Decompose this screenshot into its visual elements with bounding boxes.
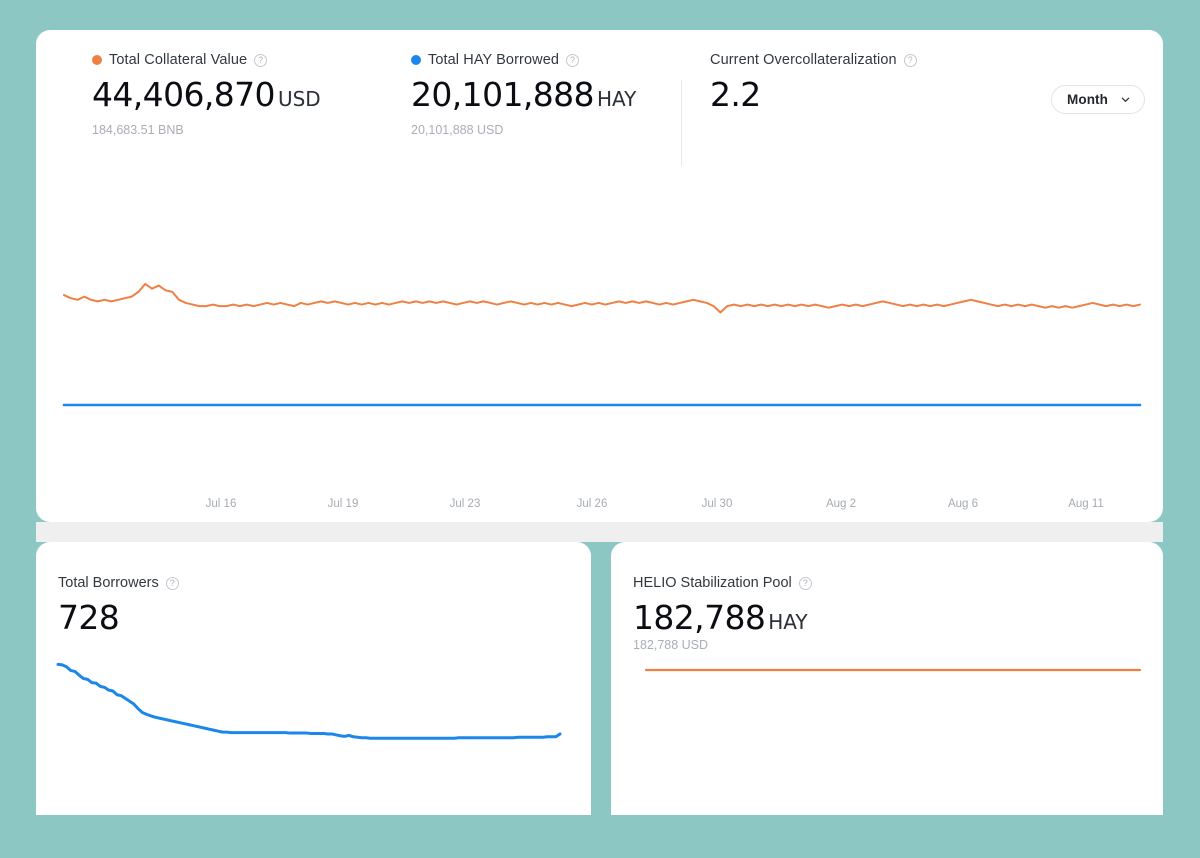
main-chart-svg	[36, 180, 1163, 480]
help-circle-icon[interactable]: ?	[904, 54, 917, 67]
stat-current-overcollateralization: Current Overcollateralization ? 2.2	[710, 52, 917, 114]
card-value-number: 728	[58, 598, 119, 637]
stat-value: 2.2	[710, 75, 917, 114]
stat-value-unit: USD	[278, 87, 321, 111]
legend-dot-orange	[92, 55, 102, 65]
stat-header: Total Collateral Value ?	[92, 52, 321, 68]
period-selector-label: Month	[1067, 92, 1108, 107]
stat-total-collateral-value: Total Collateral Value ? 44,406,870USD 1…	[92, 52, 321, 137]
stat-header: Total HAY Borrowed ?	[411, 52, 636, 68]
x-axis: Jul 16 Jul 19 Jul 23 Jul 26 Jul 30 Aug 2 Aug 6…	[36, 498, 1163, 518]
stat-total-hay-borrowed: Total HAY Borrowed ? 20,101,888HAY 20,10…	[411, 52, 636, 137]
stat-value: 20,101,888HAY	[411, 75, 636, 114]
stat-value-unit: HAY	[597, 87, 636, 111]
line-total-borrowers	[58, 664, 560, 738]
stabilization-pool-sparkline-svg	[611, 660, 1163, 680]
stat-value-number: 2.2	[710, 75, 761, 114]
stat-label: Total Collateral Value	[109, 52, 247, 68]
x-axis-tick: Jul 26	[577, 498, 608, 510]
card-label: HELIO Stabilization Pool	[633, 575, 792, 591]
card-value: 182,788HAY	[633, 598, 808, 637]
stat-value-number: 20,101,888	[411, 75, 594, 114]
card-header: Total Borrowers ?	[58, 575, 179, 591]
help-circle-icon[interactable]: ?	[566, 54, 579, 67]
total-borrowers-sparkline[interactable]	[36, 655, 591, 815]
help-circle-icon[interactable]: ?	[799, 577, 812, 590]
help-circle-icon[interactable]: ?	[254, 54, 267, 67]
stat-header: Current Overcollateralization ?	[710, 52, 917, 68]
card-value-unit: HAY	[768, 610, 807, 634]
card-subvalue: 182,788 USD	[633, 638, 708, 652]
x-axis-tick: Aug 2	[826, 498, 856, 510]
line-total-collateral-value	[64, 284, 1140, 313]
card-value-number: 182,788	[633, 598, 765, 637]
legend-dot-blue	[411, 55, 421, 65]
card-label: Total Borrowers	[58, 575, 159, 591]
x-axis-tick: Jul 16	[206, 498, 237, 510]
stat-divider	[681, 80, 682, 166]
stat-subvalue: 20,101,888 USD	[411, 123, 636, 137]
x-axis-tick: Jul 30	[702, 498, 733, 510]
card-value: 728	[58, 598, 119, 637]
stat-value-number: 44,406,870	[92, 75, 275, 114]
stats-row: Total Collateral Value ? 44,406,870USD 1…	[36, 30, 1163, 145]
help-circle-icon[interactable]: ?	[166, 577, 179, 590]
total-borrowers-sparkline-svg	[36, 655, 591, 815]
stat-label: Current Overcollateralization	[710, 52, 897, 68]
stabilization-pool-sparkline[interactable]	[611, 660, 1163, 680]
total-borrowers-card: Total Borrowers ? 728	[36, 542, 591, 815]
x-axis-tick: Jul 19	[328, 498, 359, 510]
card-gap-band	[36, 522, 1163, 542]
period-selector[interactable]: Month	[1051, 85, 1145, 114]
x-axis-tick: Aug 11	[1068, 498, 1104, 510]
x-axis-tick: Jul 23	[450, 498, 481, 510]
overview-card: Total Collateral Value ? 44,406,870USD 1…	[36, 30, 1163, 522]
chevron-down-icon	[1120, 94, 1131, 105]
stat-value: 44,406,870USD	[92, 75, 321, 114]
dashboard-root: Total Collateral Value ? 44,406,870USD 1…	[0, 0, 1200, 858]
main-chart[interactable]	[36, 180, 1163, 480]
stat-label: Total HAY Borrowed	[428, 52, 559, 68]
x-axis-tick: Aug 6	[948, 498, 978, 510]
stat-subvalue: 184,683.51 BNB	[92, 123, 321, 137]
card-header: HELIO Stabilization Pool ?	[633, 575, 812, 591]
stabilization-pool-card: HELIO Stabilization Pool ? 182,788HAY 18…	[611, 542, 1163, 815]
